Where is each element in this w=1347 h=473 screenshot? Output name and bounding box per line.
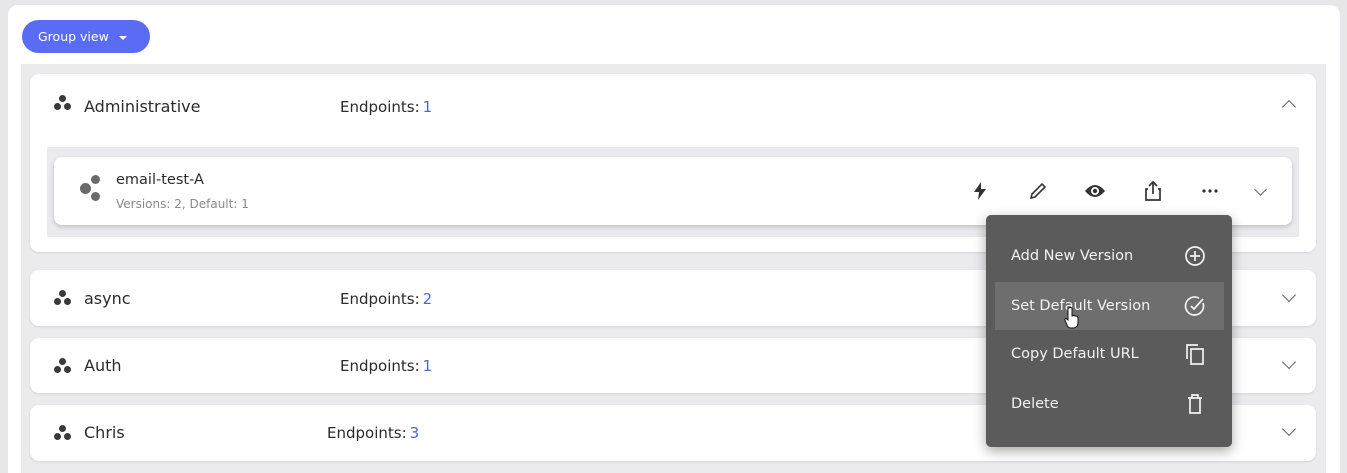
trash-icon [1184,393,1206,415]
endpoints-count-label: Endpoints: 1 [340,357,433,375]
add-circle-icon [1184,245,1206,267]
menu-item-label: Set Default Version [1011,298,1151,314]
group-view-button[interactable]: Group view [22,20,150,53]
menu-item-delete[interactable]: Delete [995,380,1224,428]
copy-icon [1184,343,1206,365]
menu-item-set-default-version[interactable]: Set Default Version [995,282,1224,330]
chevron-up-icon[interactable] [1281,99,1297,115]
lightning-icon[interactable] [966,177,994,205]
group-name: Administrative [84,97,201,116]
menu-item-label: Delete [1011,396,1059,412]
group-icon [52,289,74,307]
share-icon[interactable] [1139,177,1167,205]
more-icon[interactable] [1196,177,1224,205]
chevron-down-icon[interactable] [1246,177,1274,205]
endpoints-count-label: Endpoints: 3 [327,424,420,442]
menu-item-label: Copy Default URL [1011,346,1139,362]
hand-cursor-icon [1064,307,1079,329]
menu-item-label: Add New Version [1011,248,1134,264]
endpoint-context-menu: Add New Version Set Default Version Copy… [986,215,1232,447]
group-name: async [84,289,131,308]
group-name: Chris [84,423,125,442]
endpoints-count-label: Endpoints: 1 [340,98,433,116]
check-circle-icon [1184,295,1206,317]
chevron-down-icon[interactable] [1281,354,1297,370]
view-icon[interactable] [1081,177,1109,205]
group-icon [52,424,74,442]
menu-item-copy-default-url[interactable]: Copy Default URL [995,330,1224,378]
endpoint-meta: Versions: 2, Default: 1 [116,197,249,211]
endpoint-name: email-test-A [116,172,204,188]
group-icon [52,357,74,375]
group-name: Auth [84,356,122,375]
group-view-label: Group view [38,29,109,44]
endpoints-count-label: Endpoints: 2 [340,290,433,308]
edit-icon[interactable] [1024,177,1052,205]
caret-down-icon [118,35,127,40]
endpoint-node-icon [80,175,102,201]
chevron-down-icon[interactable] [1281,287,1297,303]
group-header[interactable]: Administrative Endpoints: 1 [30,74,1316,130]
menu-item-add-new-version[interactable]: Add New Version [995,232,1224,280]
group-icon [52,94,74,112]
chevron-down-icon[interactable] [1281,421,1297,437]
